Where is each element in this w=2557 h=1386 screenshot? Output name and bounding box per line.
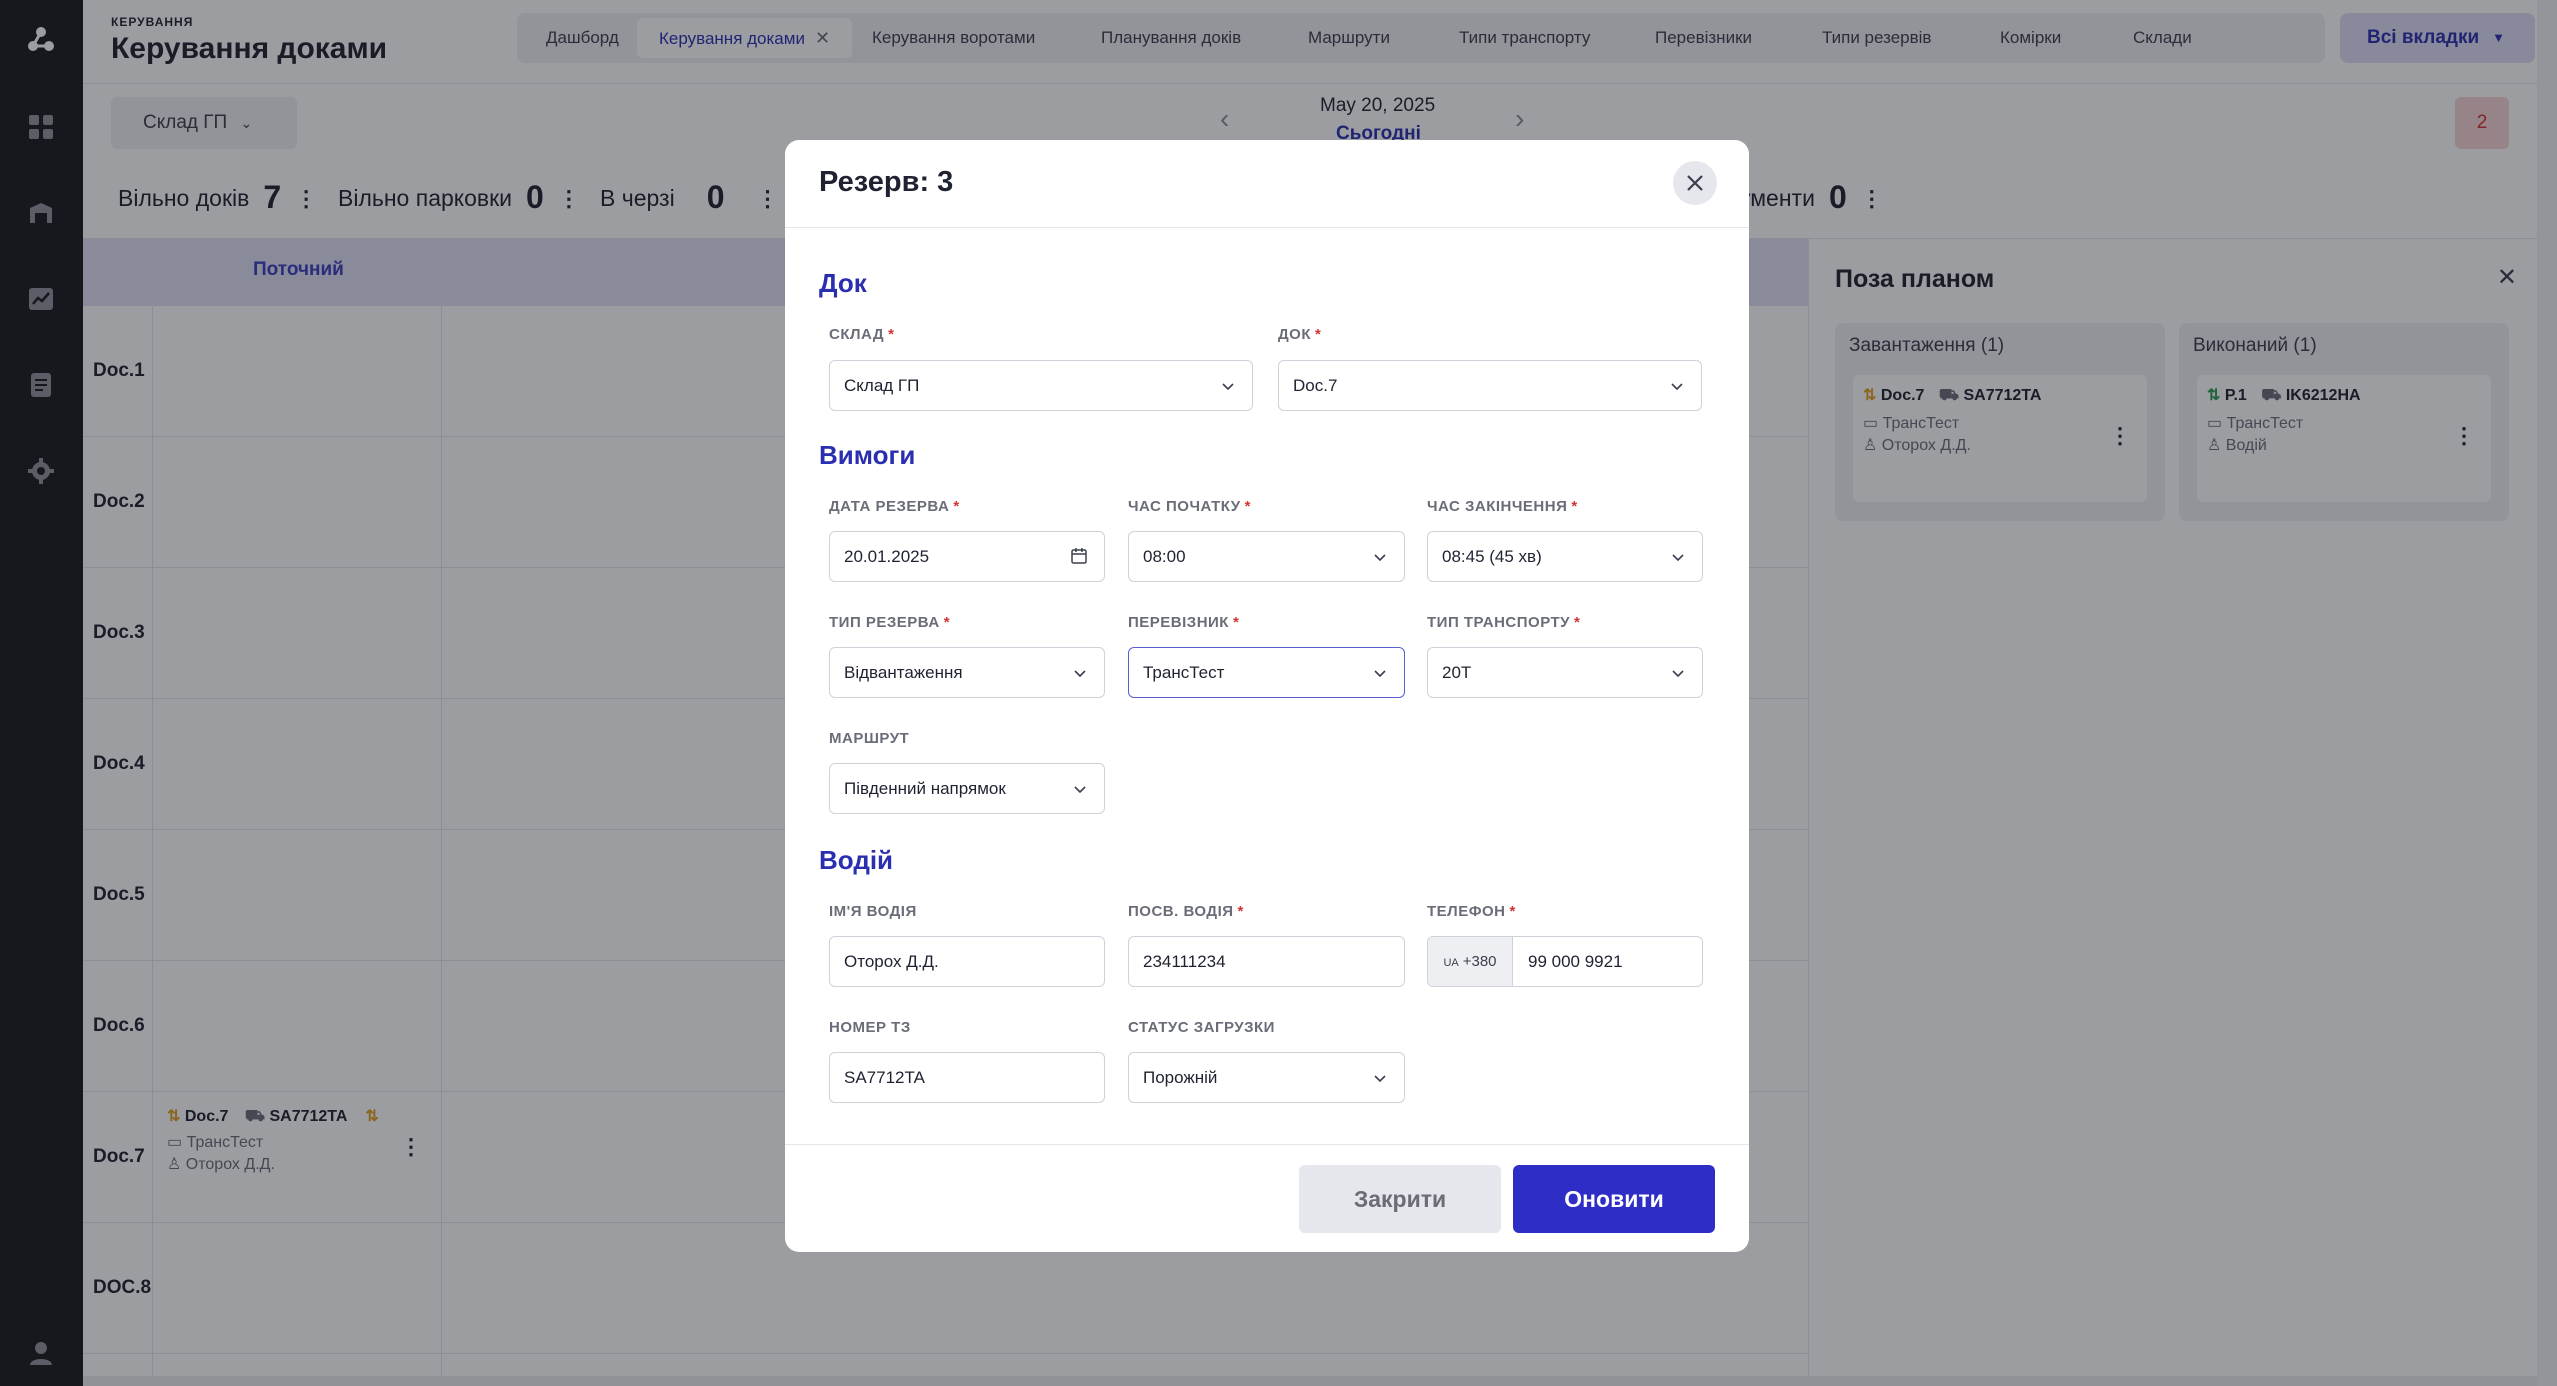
label-text: ЧАС ЗАКІНЧЕННЯ	[1427, 498, 1568, 515]
field-label: ДОК *	[1278, 326, 1321, 343]
route-select[interactable]: Південний напрямок	[829, 763, 1105, 814]
plate-number-input[interactable]: SA7712TA	[829, 1052, 1105, 1103]
chevron-down-icon	[1374, 1075, 1386, 1083]
required-mark: *	[1574, 614, 1581, 631]
dock-select[interactable]: Doc.7	[1278, 360, 1702, 411]
field-label: ПЕРЕВІЗНИК *	[1128, 614, 1239, 631]
label-text: ДАТА РЕЗЕРВА	[829, 498, 950, 515]
country-flag: UA	[1443, 957, 1459, 969]
select-value: Відвантаження	[844, 663, 963, 682]
phone-input[interactable]: 99 000 9921	[1528, 937, 1623, 986]
phone-field[interactable]: UA +380 99 000 9921	[1427, 936, 1703, 987]
chevron-down-icon	[1671, 383, 1683, 391]
chevron-down-icon	[1074, 670, 1086, 678]
section-driver: Водій	[819, 845, 894, 875]
carrier-select[interactable]: ТрансТест	[1128, 647, 1405, 698]
select-value: 08:45 (45 хв)	[1442, 547, 1542, 566]
field-label: НОМЕР ТЗ	[829, 1019, 911, 1036]
required-mark: *	[1571, 498, 1578, 515]
modal-footer: Закрити Оновити	[785, 1144, 1749, 1252]
select-value: ТрансТест	[1143, 663, 1225, 682]
close-button[interactable]: Закрити	[1299, 1165, 1501, 1233]
country-code-select[interactable]: UA +380	[1428, 937, 1513, 986]
close-icon[interactable]	[1673, 161, 1717, 205]
field-label: СТАТУС ЗАГРУЗКИ	[1128, 1019, 1275, 1036]
modal-header: Резерв: 3	[785, 140, 1749, 228]
required-mark: *	[1237, 903, 1244, 920]
input-value: SA7712TA	[844, 1068, 925, 1087]
field-label: ТИП ТРАНСПОРТУ *	[1427, 614, 1580, 631]
transport-type-select[interactable]: 20Т	[1427, 647, 1703, 698]
required-mark: *	[1244, 498, 1251, 515]
driver-license-input[interactable]: 234111234	[1128, 936, 1405, 987]
required-mark: *	[1509, 903, 1516, 920]
calendar-icon[interactable]	[1070, 547, 1088, 565]
reservation-modal: Резерв: 3 Док СКЛАД * Склад ГП ДОК * Doc.7…	[785, 140, 1749, 1252]
select-value: Південний напрямок	[844, 779, 1006, 798]
required-mark: *	[1232, 614, 1240, 631]
label-text: НОМЕР ТЗ	[829, 1019, 911, 1036]
field-label: ЧАС ЗАКІНЧЕННЯ *	[1427, 498, 1578, 515]
label-text: ТИП ТРАНСПОРТУ	[1427, 614, 1570, 631]
reserve-type-select[interactable]: Відвантаження	[829, 647, 1105, 698]
dial-code: +380	[1462, 953, 1497, 970]
end-time-select[interactable]: 08:45 (45 хв)	[1427, 531, 1703, 582]
reserve-date-input[interactable]: 20.01.2025	[829, 531, 1105, 582]
field-label: ПОСВ. ВОДІЯ *	[1128, 903, 1244, 920]
field-label: МАРШРУТ	[829, 730, 909, 747]
label-text: ІМ'Я ВОДІЯ	[829, 903, 917, 920]
chevron-down-icon	[1374, 554, 1386, 562]
label-text: ТЕЛЕФОН	[1427, 903, 1506, 920]
warehouse-select[interactable]: Склад ГП	[829, 360, 1253, 411]
load-status-select[interactable]: Порожній	[1128, 1052, 1405, 1103]
label-text: ТИП РЕЗЕРВА	[829, 614, 940, 631]
label-text: ПЕРЕВІЗНИК	[1128, 614, 1229, 631]
field-label: ІМ'Я ВОДІЯ	[829, 903, 917, 920]
label-text: МАРШРУТ	[829, 730, 910, 747]
chevron-down-icon	[1074, 786, 1086, 794]
label-text: СТАТУС ЗАГРУЗКИ	[1128, 1019, 1275, 1036]
label-text: ПОСВ. ВОДІЯ	[1128, 903, 1234, 920]
start-time-select[interactable]: 08:00	[1128, 531, 1405, 582]
field-label: СКЛАД *	[829, 326, 894, 343]
chevron-down-icon	[1672, 554, 1684, 562]
input-value: 234111234	[1143, 952, 1226, 971]
required-mark: *	[1315, 326, 1322, 343]
field-label: ТЕЛЕФОН *	[1427, 903, 1516, 920]
modal-title: Резерв: 3	[819, 166, 954, 198]
field-label: ДАТА РЕЗЕРВА *	[829, 498, 960, 515]
required-mark: *	[943, 614, 951, 631]
input-value: 20.01.2025	[844, 547, 930, 566]
update-button[interactable]: Оновити	[1513, 1165, 1715, 1233]
label-text: ЧАС ПОЧАТКУ	[1128, 498, 1241, 515]
required-mark: *	[953, 498, 960, 515]
input-value: Оторох Д.Д.	[844, 952, 939, 971]
required-mark: *	[888, 326, 895, 343]
chevron-down-icon	[1374, 670, 1386, 678]
label-text: СКЛАД	[829, 326, 885, 343]
select-value: Doc.7	[1293, 376, 1338, 395]
field-label: ЧАС ПОЧАТКУ *	[1128, 498, 1251, 515]
driver-name-input[interactable]: Оторох Д.Д.	[829, 936, 1105, 987]
select-value: 20Т	[1442, 663, 1472, 682]
select-value: Склад ГП	[844, 376, 920, 395]
field-label: ТИП РЕЗЕРВА *	[829, 614, 950, 631]
select-value: Порожній	[1143, 1068, 1218, 1087]
select-value: 08:00	[1143, 547, 1186, 566]
label-text: ДОК	[1278, 326, 1312, 343]
chevron-down-icon	[1672, 670, 1684, 678]
section-dock: Док	[819, 268, 867, 298]
chevron-down-icon	[1222, 383, 1234, 391]
section-requirements: Вимоги	[819, 440, 916, 470]
